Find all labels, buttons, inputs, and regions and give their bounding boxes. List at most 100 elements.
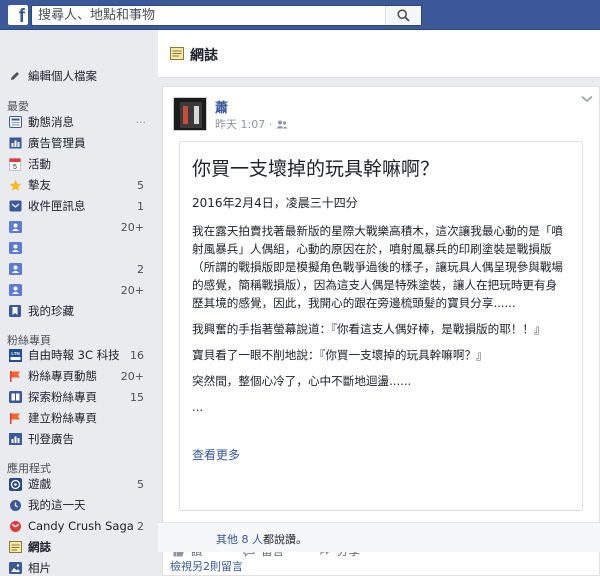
badge-count: 1 (137, 199, 144, 213)
games-icon (8, 477, 22, 491)
sidebar-item-group[interactable]: 20+ (0, 217, 158, 237)
sidebar-item-candy-crush[interactable]: Candy Crush Saga 2 (0, 516, 158, 536)
create-page-icon (8, 411, 22, 425)
note-date: 2016年2月4日，凌晨三十四分 (192, 196, 358, 210)
sidebar-item-label: 我的珍藏 (28, 304, 74, 318)
search-input[interactable] (32, 6, 387, 25)
on-this-day-icon (8, 498, 22, 512)
badge-count: 20+ (120, 369, 144, 383)
sidebar-item-label: 我的這一天 (28, 498, 86, 512)
svg-text:LTN: LTN (11, 351, 19, 356)
note-title: 你買一支壞掉的玩具幹嘛啊？ (192, 158, 440, 180)
note-paragraph: ... (192, 400, 204, 414)
sidebar-item-games[interactable]: 遊戲 5 (0, 474, 158, 494)
note-paragraph: 我在露天拍賣找著最新版的星際大戰樂高積木，這次讓我最心動的是「噴射風暴兵」人偶組… (192, 224, 564, 310)
sidebar-item-label: 廣告管理員 (28, 136, 86, 150)
likes-link[interactable]: 其他 8 人 (216, 533, 263, 546)
sidebar-item-advertise[interactable]: 刊登廣告 (0, 429, 158, 449)
timestamp-text: 昨天 1:07 · (215, 118, 273, 131)
news-feed-icon (8, 115, 22, 129)
group-icon (8, 241, 22, 255)
sidebar-item-close-friends[interactable]: 摯友 5 (0, 175, 158, 195)
badge-count: 5 (137, 477, 144, 491)
flag-icon (8, 369, 22, 383)
sidebar-item-ltn-3c[interactable]: LTN 自由時報 3C 科技 16 (0, 345, 158, 365)
view-more-comments-link[interactable]: 檢視另2則留言 (170, 558, 243, 574)
sidebar-item-discover-pages[interactable]: 探索粉絲專頁 15 (0, 387, 158, 407)
chevron-down-icon[interactable] (581, 95, 593, 103)
note-paragraph: 寶貝看了一眼不削地說：『你買一支壞掉的玩具幹嘛啊？』 (192, 348, 488, 362)
sidebar-item-group[interactable] (0, 238, 158, 258)
svg-text:5: 5 (13, 164, 17, 171)
note-card[interactable]: 你買一支壞掉的玩具幹嘛啊？ 2016年2月4日，凌晨三十四分 我在露天拍賣找著最… (179, 141, 583, 511)
group-icon (8, 220, 22, 234)
likes-text: 其他 8 人都說讚。 (216, 531, 307, 547)
likes-rest-text: 都說讚。 (263, 533, 307, 546)
bookmark-icon (8, 304, 22, 318)
note-paragraph: 我興奮的手指著螢幕說道：『你看這支人偶好棒，是戰損版的耶！！』 (192, 322, 546, 336)
likes-summary: 其他 8 人都說讚。 (158, 522, 600, 552)
sidebar-item-create-page[interactable]: 建立粉絲專頁 (0, 408, 158, 428)
sidebar-item-edit-profile[interactable]: 編輯個人檔案 (0, 66, 158, 86)
ltn-logo-icon: LTN (8, 348, 22, 362)
author-name[interactable]: 蕭 (215, 97, 228, 116)
main-column: 網誌 蕭 昨天 1:07 · 你買一支壞掉的玩具幹嘛啊？ 2016年2月4日，凌… (158, 30, 600, 576)
friends-audience-icon (276, 120, 288, 129)
inbox-icon (8, 199, 22, 213)
badge-count: 2 (137, 519, 144, 533)
sidebar-item-label: 網誌 (28, 540, 51, 554)
avatar[interactable] (173, 97, 207, 131)
sidebar-item-label: 收件匣訊息 (28, 199, 86, 213)
sidebar-item-group[interactable]: 20+ (0, 280, 158, 300)
top-bar: f (0, 0, 600, 30)
page-header: 網誌 (158, 30, 600, 78)
sidebar-item-label: 自由時報 3C 科技 (28, 348, 120, 362)
note-paragraph: 突然間，整個心冷了，心中不斷地迴盪...... (192, 374, 412, 388)
photos-icon (8, 561, 22, 575)
note-post: 蕭 昨天 1:07 · 你買一支壞掉的玩具幹嘛啊？ 2016年2月4日，凌晨三十… (162, 86, 600, 576)
sidebar-item-news-feed[interactable]: 動態消息 ··· (0, 112, 158, 132)
sidebar-item-label: 粉絲專頁動態 (28, 369, 97, 383)
sidebar-item-label: 摯友 (28, 178, 51, 192)
search-button[interactable] (385, 6, 421, 25)
sidebar-item-pages-feed[interactable]: 粉絲專頁動態 20+ (0, 366, 158, 386)
sidebar-item-on-this-day[interactable]: 我的這一天 (0, 495, 158, 515)
sidebar-item-label: 建立粉絲專頁 (28, 411, 97, 425)
calendar-icon: 5 (8, 157, 22, 171)
candy-crush-icon (8, 519, 22, 533)
notes-icon (170, 47, 184, 60)
group-icon (8, 262, 22, 276)
see-more-link[interactable]: 查看更多 (192, 446, 240, 463)
sidebar-item-label: 探索粉絲專頁 (28, 390, 97, 404)
facebook-logo[interactable]: f (8, 5, 28, 25)
badge-count: 15 (130, 390, 144, 404)
sidebar-item-saved[interactable]: 我的珍藏 (0, 301, 158, 321)
sidebar-item-label: 活動 (28, 157, 51, 171)
page-title: 網誌 (190, 48, 218, 64)
search-box (31, 5, 422, 26)
post-timestamp[interactable]: 昨天 1:07 · (215, 116, 288, 132)
group-icon (8, 283, 22, 297)
sidebar-item-group[interactable]: 2 (0, 259, 158, 279)
pencil-icon (8, 69, 22, 83)
sidebar-item-label: 刊登廣告 (28, 432, 74, 446)
sidebar-item-events[interactable]: 5 活動 (0, 154, 158, 174)
more-options-icon[interactable]: ··· (136, 116, 147, 129)
badge-count: 20+ (120, 283, 144, 297)
sidebar-item-label: 編輯個人檔案 (28, 69, 97, 83)
badge-count: 16 (130, 348, 144, 362)
sidebar-item-label: 相片 (28, 561, 51, 575)
sidebar-item-label: 遊戲 (28, 477, 51, 491)
sidebar-item-photos[interactable]: 相片 (0, 558, 158, 576)
sidebar-item-inbox[interactable]: 收件匣訊息 1 (0, 196, 158, 216)
sidebar-item-ads-manager[interactable]: 廣告管理員 (0, 133, 158, 153)
discover-pages-icon (8, 390, 22, 404)
notes-icon (8, 540, 22, 554)
badge-count: 20+ (120, 220, 144, 234)
ads-manager-icon (8, 136, 22, 150)
ads-chart-icon (8, 432, 22, 446)
left-sidebar: 編輯個人檔案 最愛 動態消息 ··· 廣告管理員 5 活動 摯友 5 收件匣訊息… (0, 30, 158, 576)
sidebar-item-notes[interactable]: 網誌 (0, 537, 158, 557)
note-body: 我在露天拍賣找著最新版的星際大戰樂高積木，這次讓我最心動的是「噴射風暴兵」人偶組… (192, 222, 568, 424)
sidebar-item-label: Candy Crush Saga (28, 519, 134, 533)
